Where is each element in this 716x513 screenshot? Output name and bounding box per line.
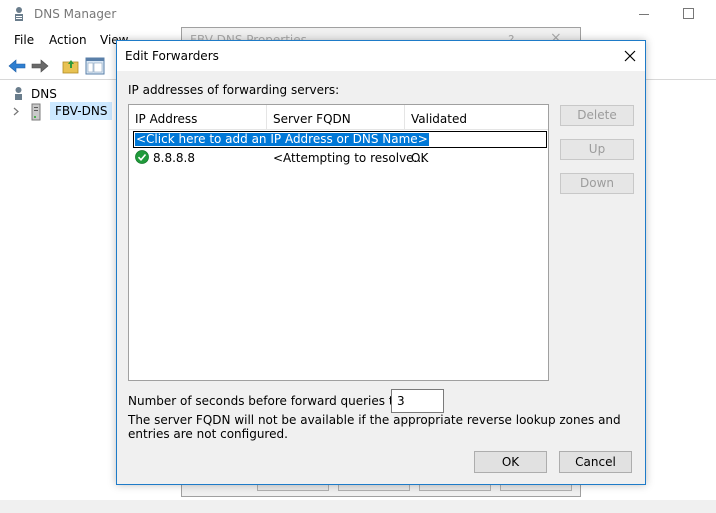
ok-button[interactable]: OK bbox=[474, 451, 547, 473]
menu-file[interactable]: File bbox=[14, 33, 34, 47]
fqdn-note: The server FQDN will not be available if… bbox=[128, 413, 621, 441]
dialog-title-bar: Edit Forwarders bbox=[117, 41, 645, 71]
row-server-fqdn: <Attempting to resolve... bbox=[273, 151, 425, 165]
minimize-button[interactable] bbox=[631, 0, 657, 28]
up-button[interactable]: Up bbox=[560, 139, 634, 160]
servers-label: IP addresses of forwarding servers: bbox=[128, 83, 340, 97]
delete-button[interactable]: Delete bbox=[560, 105, 634, 126]
column-header-ip-address[interactable]: IP Address bbox=[129, 105, 267, 130]
tree-item-label: FBV-DNS bbox=[50, 102, 113, 120]
dns-server-icon bbox=[15, 87, 22, 100]
back-arrow-icon[interactable] bbox=[6, 56, 28, 76]
dns-server-icon bbox=[15, 7, 23, 21]
console-tree: DNS FBV-DNS bbox=[0, 82, 118, 502]
maximize-button[interactable] bbox=[675, 0, 701, 28]
menu-action[interactable]: Action bbox=[49, 33, 87, 47]
column-header-server-fqdn[interactable]: Server FQDN bbox=[267, 105, 405, 130]
expand-chevron-icon[interactable] bbox=[13, 107, 20, 116]
cancel-button[interactable]: Cancel bbox=[559, 451, 632, 473]
list-header: IP Address Server FQDN Validated bbox=[129, 105, 548, 130]
status-bar bbox=[0, 500, 716, 513]
console-tree-icon[interactable] bbox=[84, 56, 106, 76]
close-icon[interactable] bbox=[617, 45, 643, 67]
forwarders-list[interactable]: IP Address Server FQDN Validated <Click … bbox=[128, 104, 549, 381]
title-bar: DNS Manager bbox=[0, 0, 716, 30]
add-address-placeholder: <Click here to add an IP Address or DNS … bbox=[135, 132, 429, 146]
add-address-input[interactable]: <Click here to add an IP Address or DNS … bbox=[133, 131, 547, 148]
row-ip-address: 8.8.8.8 bbox=[153, 151, 195, 165]
down-button[interactable]: Down bbox=[560, 173, 634, 194]
up-folder-icon[interactable] bbox=[60, 56, 82, 76]
app-title: DNS Manager bbox=[34, 7, 117, 21]
tree-item-fbv-dns[interactable]: FBV-DNS bbox=[10, 102, 113, 122]
edit-forwarders-dialog: Edit Forwarders IP addresses of forwardi… bbox=[116, 40, 646, 485]
column-header-validated[interactable]: Validated bbox=[405, 105, 548, 130]
server-icon bbox=[31, 103, 41, 121]
tree-item-label: DNS bbox=[31, 87, 57, 101]
forward-arrow-icon[interactable] bbox=[29, 56, 51, 76]
timeout-input[interactable]: 3 bbox=[391, 389, 444, 413]
dialog-title: Edit Forwarders bbox=[125, 49, 219, 63]
table-row[interactable]: 8.8.8.8 <Attempting to resolve... OK bbox=[133, 149, 547, 165]
checkmark-icon bbox=[135, 150, 149, 164]
row-validated: OK bbox=[411, 151, 429, 165]
